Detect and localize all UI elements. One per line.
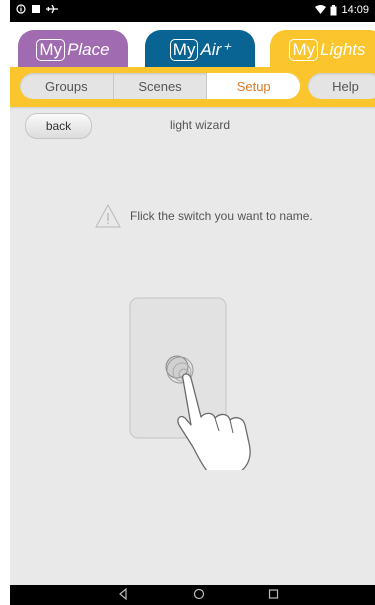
app-screen: 14:09 My Place My Air⁺ My Lights Groups …	[10, 0, 375, 605]
help-button[interactable]: Help	[308, 73, 375, 99]
instruction-text: Flick the switch you want to name.	[130, 209, 313, 223]
tab-myplace[interactable]: My Place	[18, 30, 128, 70]
myair-logo-my: My	[169, 39, 199, 61]
page-title: light wizard	[169, 118, 231, 132]
status-time: 14:09	[341, 4, 369, 16]
hand-pressing-switch-icon	[129, 297, 251, 470]
android-nav-bar	[10, 585, 375, 605]
app-tab-bar: My Place My Air⁺ My Lights	[10, 22, 375, 70]
status-bar: 14:09	[10, 0, 375, 22]
back-button[interactable]: back	[25, 113, 92, 139]
myplace-logo-my: My	[36, 39, 66, 61]
airplane-icon	[46, 4, 58, 14]
warning-icon	[95, 203, 121, 228]
mylights-logo-name: Lights	[320, 40, 366, 59]
wifi-icon	[315, 5, 327, 14]
tab-scenes[interactable]: Scenes	[114, 73, 208, 99]
back-nav-icon[interactable]	[118, 588, 128, 600]
instruction: Flick the switch you want to name.	[94, 203, 313, 229]
recents-nav-icon[interactable]	[268, 588, 279, 600]
battery-icon	[330, 4, 337, 15]
image-icon	[32, 5, 40, 13]
subtab-bar: Groups Scenes Setup Help	[10, 67, 375, 107]
info-icon	[16, 4, 26, 14]
tab-mylights[interactable]: My Lights	[270, 30, 375, 70]
myair-logo-name: Air⁺	[200, 40, 231, 59]
divider	[10, 107, 375, 110]
tab-groups[interactable]: Groups	[20, 73, 114, 99]
tab-myair[interactable]: My Air⁺	[145, 30, 255, 70]
segmented-control: Groups Scenes Setup	[20, 73, 300, 99]
home-nav-icon[interactable]	[193, 588, 205, 600]
myplace-logo-name: Place	[67, 40, 110, 59]
mylights-logo-my: My	[289, 39, 319, 61]
tab-setup[interactable]: Setup	[207, 73, 300, 99]
